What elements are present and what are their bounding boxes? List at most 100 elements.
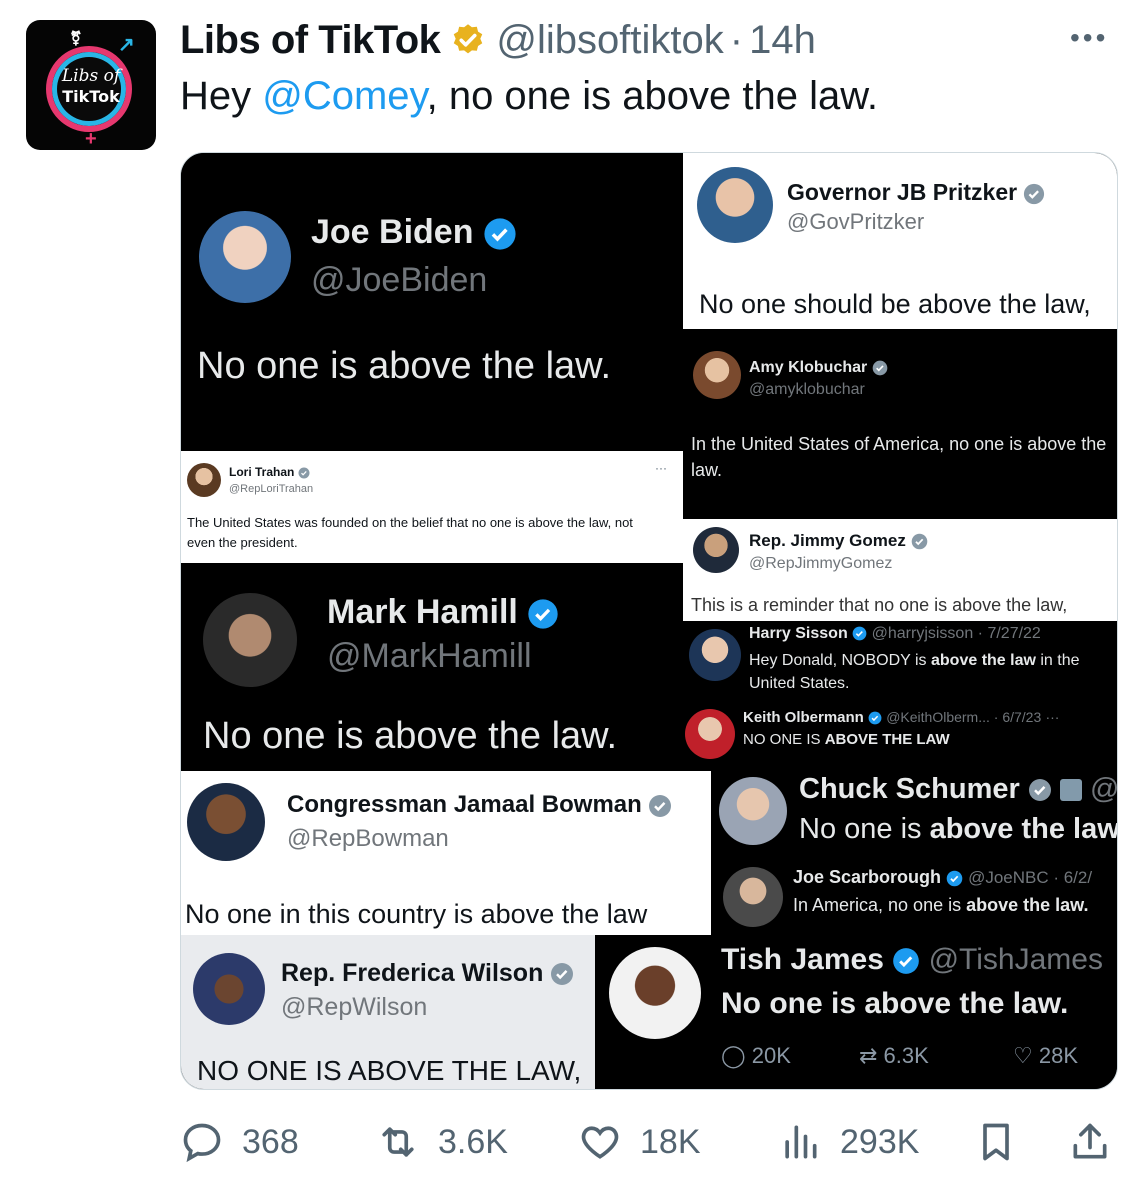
biden-text: No one is above the law. xyxy=(197,345,612,387)
like-button[interactable]: 18K xyxy=(578,1114,701,1170)
reply-button[interactable]: 368 xyxy=(180,1114,299,1170)
biden-name: Joe Biden xyxy=(311,213,517,252)
gomez-name: Rep. Jimmy Gomez xyxy=(749,531,928,551)
schumer-name: Chuck Schumer @ xyxy=(799,773,1118,805)
bookmark-icon xyxy=(983,1123,1009,1161)
bowman-avatar xyxy=(187,783,265,861)
verified-badge-icon xyxy=(872,360,888,376)
gomez-avatar xyxy=(693,527,739,573)
james-retweets: ⇄ 6.3K xyxy=(859,1043,929,1068)
collage-panel-wilson: Rep. Frederica Wilson @RepWilson NO ONE … xyxy=(181,935,595,1089)
pritzker-text: No one should be above the law, xyxy=(699,289,1091,319)
wilson-handle: @RepWilson xyxy=(281,993,428,1021)
collage-panel-trahan: Lori Trahan @RepLoriTrahan ··· The Unite… xyxy=(181,451,683,563)
views-button[interactable]: 293K xyxy=(778,1114,919,1170)
tweet-text-suffix: , no one is above the law. xyxy=(426,74,879,118)
verified-gold-badge-icon xyxy=(454,24,483,54)
klobuchar-text: In the United States of America, no one … xyxy=(691,434,1107,480)
more-options-icon[interactable]: ••• xyxy=(1070,22,1108,54)
collage-panel-klobuchar: Amy Klobuchar @amyklobuchar In the Unite… xyxy=(683,329,1117,519)
mention-link[interactable]: @Comey xyxy=(262,74,426,118)
scarborough-name: Joe Scarborough @JoeNBC · 6/2/ xyxy=(793,867,1093,887)
bowman-name: Congressman Jamaal Bowman xyxy=(287,791,672,819)
hamill-handle: @MarkHamill xyxy=(327,637,532,675)
author-avatar[interactable]: ⚧ ↗ + Libs of TikTok xyxy=(26,20,156,150)
reply-icon xyxy=(183,1123,221,1163)
bookmark-button[interactable] xyxy=(974,1114,1036,1170)
share-icon xyxy=(1073,1123,1107,1159)
avatar-logo-line1: Libs of xyxy=(61,66,121,86)
verified-badge-icon xyxy=(868,711,882,725)
retweet-icon xyxy=(382,1127,414,1157)
verified-badge-icon xyxy=(1024,183,1045,205)
trahan-avatar xyxy=(187,463,221,497)
biden-handle: @JoeBiden xyxy=(311,261,488,299)
collage-panel-gomez: Rep. Jimmy Gomez @RepJimmyGomez This is … xyxy=(683,519,1117,621)
views-icon xyxy=(785,1125,817,1159)
olbermann-avatar xyxy=(685,709,735,759)
separator-dot: · xyxy=(729,17,744,62)
gomez-text: This is a reminder that no one is above … xyxy=(691,595,1068,615)
collage-panel-olbermann: Keith Olbermann @KeithOlberm... · 6/7/23… xyxy=(683,703,1117,771)
schumer-text: No one is above the law xyxy=(799,813,1118,845)
tweet-time[interactable]: 14h xyxy=(749,18,816,63)
scarborough-text: In America, no one is above the law. xyxy=(793,895,1089,915)
view-count: 293K xyxy=(840,1122,920,1161)
share-button[interactable] xyxy=(1068,1114,1130,1170)
tweet-header: Libs of TikTok @libsoftiktok · 14h xyxy=(180,14,816,66)
klobuchar-avatar xyxy=(693,351,741,399)
scarborough-avatar xyxy=(723,867,783,927)
bowman-text: No one in this country is above the law xyxy=(185,899,648,929)
schumer-avatar xyxy=(719,777,787,845)
hamill-text: No one is above the law. xyxy=(203,715,618,757)
klobuchar-handle: @amyklobuchar xyxy=(749,381,865,398)
trahan-text: The United States was founded on the bel… xyxy=(187,515,633,550)
female-cross-icon: + xyxy=(85,128,97,150)
retweet-button[interactable]: 3.6K xyxy=(376,1114,508,1170)
retweet-count: 3.6K xyxy=(438,1122,508,1161)
trahan-handle: @RepLoriTrahan xyxy=(229,483,314,495)
olbermann-name: Keith Olbermann @KeithOlberm... · 6/7/23… xyxy=(743,709,1060,726)
verified-badge-icon xyxy=(852,626,867,641)
verified-badge-icon xyxy=(551,963,574,986)
collage-panel-hamill: Mark Hamill @MarkHamill No one is above … xyxy=(181,563,683,771)
klobuchar-name: Amy Klobuchar xyxy=(749,359,888,377)
pritzker-avatar xyxy=(697,167,773,243)
wilson-avatar xyxy=(193,953,265,1025)
james-handle: @TishJames xyxy=(928,943,1103,976)
collage-panel-james: Tish James @TishJames No one is above th… xyxy=(595,935,1117,1089)
james-likes: ♡ 28K xyxy=(1013,1043,1078,1068)
tweet-image[interactable]: Joe Biden @JoeBiden No one is above the … xyxy=(180,152,1118,1090)
action-bar: 368 3.6K 18K 293K xyxy=(180,1114,1120,1170)
collage-panel-scarborough: Joe Scarborough @JoeNBC · 6/2/ In Americ… xyxy=(711,857,1117,935)
gomez-handle: @RepJimmyGomez xyxy=(749,555,893,572)
scarborough-handle: @JoeNBC · 6/2/ xyxy=(968,868,1093,887)
hamill-avatar xyxy=(203,593,297,687)
pritzker-name: Governor JB Pritzker xyxy=(787,179,1045,206)
bowman-handle: @RepBowman xyxy=(287,825,449,852)
olbermann-handle: @KeithOlberm... · 6/7/23 xyxy=(886,709,1042,725)
sisson-avatar xyxy=(689,629,741,681)
verified-badge-icon xyxy=(528,599,558,629)
verified-badge-icon xyxy=(1028,779,1051,802)
james-avatar xyxy=(609,947,701,1039)
schumer-handle: @ xyxy=(1089,773,1118,805)
olbermann-text: NO ONE IS ABOVE THE LAW xyxy=(743,731,950,748)
hamill-name: Mark Hamill xyxy=(327,593,559,632)
trahan-more-icon: ··· xyxy=(655,461,667,475)
tweet-text: Hey @Comey, no one is above the law. xyxy=(180,74,878,119)
wilson-text: NO ONE IS ABOVE THE LAW, xyxy=(197,1055,582,1086)
biden-avatar xyxy=(199,211,291,303)
avatar-logo-line2: TikTok xyxy=(62,87,120,106)
verified-badge-icon xyxy=(649,794,672,817)
author-name[interactable]: Libs of TikTok xyxy=(180,18,441,63)
james-text: No one is above the law. xyxy=(721,987,1069,1020)
pritzker-handle: @GovPritzker xyxy=(787,209,925,234)
sisson-name: Harry Sisson @harryjsisson · 7/27/22 xyxy=(749,625,1041,642)
james-name: Tish James @TishJames xyxy=(721,943,1103,976)
author-handle[interactable]: @libsoftiktok xyxy=(496,18,723,63)
verified-badge-icon xyxy=(946,870,963,887)
tweet-text-prefix: Hey xyxy=(180,74,263,118)
verified-badge-icon xyxy=(484,218,516,250)
transgender-symbol-icon: ⚧ xyxy=(70,30,82,46)
